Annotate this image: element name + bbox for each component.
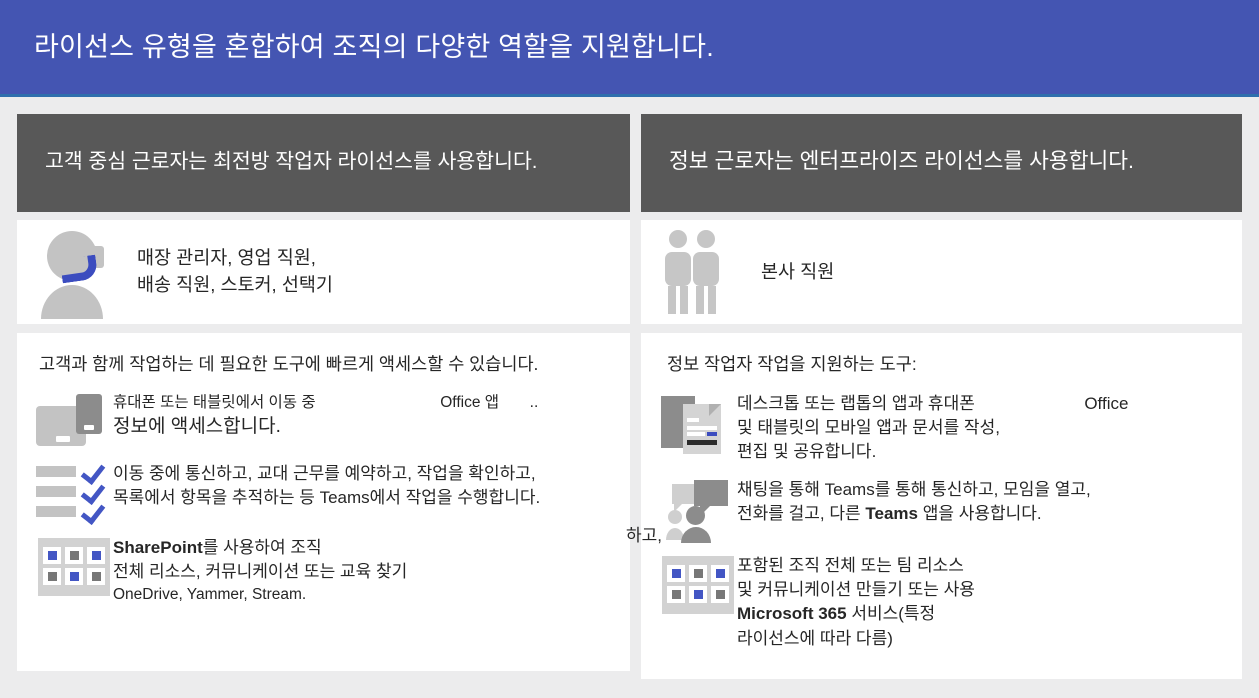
feature-icon-slot <box>659 552 737 615</box>
information-worker-feature-2-line-2: 전화를 걸고, 다른 Teams 앱을 사용합니다. <box>737 502 1091 526</box>
information-worker-feature-3-line-2: 및 커뮤니케이션 만들기 또는 사용 <box>737 580 975 600</box>
information-worker-feature-2: 채팅을 통해 Teams를 통해 통신하고, 모임을 열고, 전화를 걸고, 다… <box>659 476 1228 544</box>
feature-icon-slot <box>35 534 113 596</box>
headset-person-icon <box>39 231 113 319</box>
laptop-phone-icon <box>36 393 112 448</box>
information-worker-detail-card: 정보 작업자 작업을 지원하는 도구: 데스크톱 또는 랩톱의 앱과 휴대폰 O… <box>641 333 1242 679</box>
teams-suffix: 앱을 사용합니다. <box>917 504 1042 524</box>
frontline-feature-1-line-1-b: Office 앱 <box>440 393 500 411</box>
checklist-icon <box>36 458 112 525</box>
frontline-persona-line-1: 매장 관리자, 영업 직원, <box>137 247 316 269</box>
frontline-persona-line-2: 배송 직원, 스토커, 선택기 <box>137 274 333 295</box>
infographic-page: 라이선스 유형을 혼합하여 조직의 다양한 역할을 지원합니다. 고객 중심 근… <box>0 0 1259 698</box>
information-worker-feature-3-line-1: 포함된 조직 전체 또는 팀 리소스 <box>737 556 964 576</box>
frontline-header-text: 고객 중심 근로자는 최전방 작업자 라이선스를 사용합니다. <box>45 150 538 174</box>
frontline-intro: 고객과 함께 작업하는 데 필요한 도구에 빠르게 액세스할 수 있습니다. <box>39 354 539 374</box>
feature-icon-slot <box>35 390 113 448</box>
frontline-feature-2-text: 이동 중에 통신하고, 교대 근무를 예약하고, 작업을 확인하고, 목록에서 … <box>113 460 540 510</box>
information-worker-header-text: 정보 근로자는 엔터프라이즈 라이선스를 사용합니다. <box>669 149 1135 174</box>
frontline-feature-3: SharePoint를 사용하여 조직 전체 리소스, 커뮤니케이션 또는 교육… <box>35 534 616 606</box>
frontline-persona-card: 매장 관리자, 영업 직원, 배송 직원, 스토커, 선택기 <box>17 220 630 324</box>
frontline-feature-1-line-1: 휴대폰 또는 태블릿에서 이동 중 Office 앱 .. <box>113 392 538 414</box>
frontline-feature-1-line-2: 정보에 액세스합니다. <box>113 415 281 437</box>
information-worker-feature-2-line-1: 채팅을 통해 Teams를 통해 통신하고, 모임을 열고, <box>737 480 1091 500</box>
microsoft365-suffix: 서비스(특정 <box>846 604 936 624</box>
frontline-feature-1-line-1-a: 휴대폰 또는 태블릿에서 이동 중 <box>113 393 316 411</box>
information-worker-feature-1-line-1-b: Office <box>1084 393 1129 413</box>
frontline-feature-1: 휴대폰 또는 태블릿에서 이동 중 Office 앱 .. 정보에 액세스합니다… <box>35 390 616 448</box>
information-worker-feature-3-line-3: Microsoft 365 서비스(특정 <box>737 602 975 626</box>
frontline-feature-3-text: SharePoint를 사용하여 조직 전체 리소스, 커뮤니케이션 또는 교육… <box>113 534 407 606</box>
frontline-header: 고객 중심 근로자는 최전방 작업자 라이선스를 사용합니다. <box>17 114 630 212</box>
frontline-feature-1-fragment: .. <box>529 393 539 411</box>
frontline-feature-1-text: 휴대폰 또는 태블릿에서 이동 중 Office 앱 .. 정보에 액세스합니다… <box>113 390 538 441</box>
feature-icon-slot <box>659 390 737 456</box>
two-people-icon <box>663 230 737 314</box>
frontline-feature-2: 이동 중에 통신하고, 교대 근무를 예약하고, 작업을 확인하고, 목록에서 … <box>35 458 616 525</box>
banner-divider <box>0 94 1259 97</box>
information-worker-feature-1-text: 데스크톱 또는 랩톱의 앱과 휴대폰 Office 및 태블릿의 모바일 앱과 … <box>737 390 1128 464</box>
frontline-feature-2-line-1: 이동 중에 통신하고, 교대 근무를 예약하고, 작업을 확인하고, <box>113 463 536 483</box>
information-worker-feature-2-text: 채팅을 통해 Teams를 통해 통신하고, 모임을 열고, 전화를 걸고, 다… <box>737 476 1091 526</box>
grid-icon <box>38 537 110 596</box>
frontline-detail-card: 고객과 함께 작업하는 데 필요한 도구에 빠르게 액세스할 수 있습니다. 휴… <box>17 333 630 671</box>
information-worker-persona-card: 본사 직원 <box>641 220 1242 324</box>
feature-icon-slot <box>35 458 113 525</box>
information-worker-feature-3: 포함된 조직 전체 또는 팀 리소스 및 커뮤니케이션 만들기 또는 사용 Mi… <box>659 552 1228 651</box>
grid-icon <box>662 556 734 615</box>
sharepoint-suffix: 를 사용하여 조직 <box>202 537 322 557</box>
teams-label: Teams <box>865 504 918 524</box>
information-worker-feature-1-line-1-a: 데스크톱 또는 랩톱의 앱과 휴대폰 <box>737 393 975 413</box>
information-worker-feature-1-line-3: 편집 및 공유합니다. <box>737 442 877 461</box>
page-title: 라이선스 유형을 혼합하여 조직의 다양한 역할을 지원합니다. <box>34 31 714 62</box>
information-worker-feature-1: 데스크톱 또는 랩톱의 앱과 휴대폰 Office 및 태블릿의 모바일 앱과 … <box>659 390 1228 464</box>
information-worker-persona-line-1: 본사 직원 <box>761 260 835 282</box>
frontline-persona-label: 매장 관리자, 영업 직원, 배송 직원, 스토커, 선택기 <box>137 245 333 299</box>
frontline-feature-3-line-2: 전체 리소스, 커뮤니케이션 또는 교육 찾기 <box>113 561 408 581</box>
chat-icon <box>660 480 736 544</box>
information-worker-persona-label: 본사 직원 <box>761 259 834 286</box>
banner: 라이선스 유형을 혼합하여 조직의 다양한 역할을 지원합니다. <box>0 0 1259 94</box>
information-worker-feature-1-line-2: 및 태블릿의 모바일 앱과 문서를 작성, <box>737 417 1000 437</box>
teams-prefix: 전화를 걸고, 다른 <box>737 504 866 524</box>
column-information-worker: 정보 근로자는 엔터프라이즈 라이선스를 사용합니다. 본사 직원 정보 작업자… <box>641 114 1242 679</box>
microsoft365-label: Microsoft 365 <box>737 604 847 624</box>
information-worker-feature-3-text: 포함된 조직 전체 또는 팀 리소스 및 커뮤니케이션 만들기 또는 사용 Mi… <box>737 552 975 651</box>
information-worker-feature-1-line-1: 데스크톱 또는 랩톱의 앱과 휴대폰 Office <box>737 392 1128 416</box>
information-worker-feature-3-line-4: 라이선스에 따라 다름) <box>737 628 893 648</box>
frontline-feature-2-line-2: 목록에서 항목을 추적하는 등 Teams에서 작업을 수행합니다. <box>113 487 541 507</box>
column-frontline: 고객 중심 근로자는 최전방 작업자 라이선스를 사용합니다. 매장 관리자, … <box>17 114 630 671</box>
sharepoint-label: SharePoint <box>113 537 203 557</box>
information-worker-intro: 정보 작업자 작업을 지원하는 도구: <box>667 354 917 374</box>
frontline-feature-3-line-1: SharePoint를 사용하여 조직 <box>113 536 407 560</box>
frontline-feature-3-line-3: OneDrive, Yammer, Stream. <box>113 586 307 603</box>
information-worker-header: 정보 근로자는 엔터프라이즈 라이선스를 사용합니다. <box>641 114 1242 212</box>
documents-icon <box>661 394 735 456</box>
feature-icon-slot <box>659 476 737 544</box>
